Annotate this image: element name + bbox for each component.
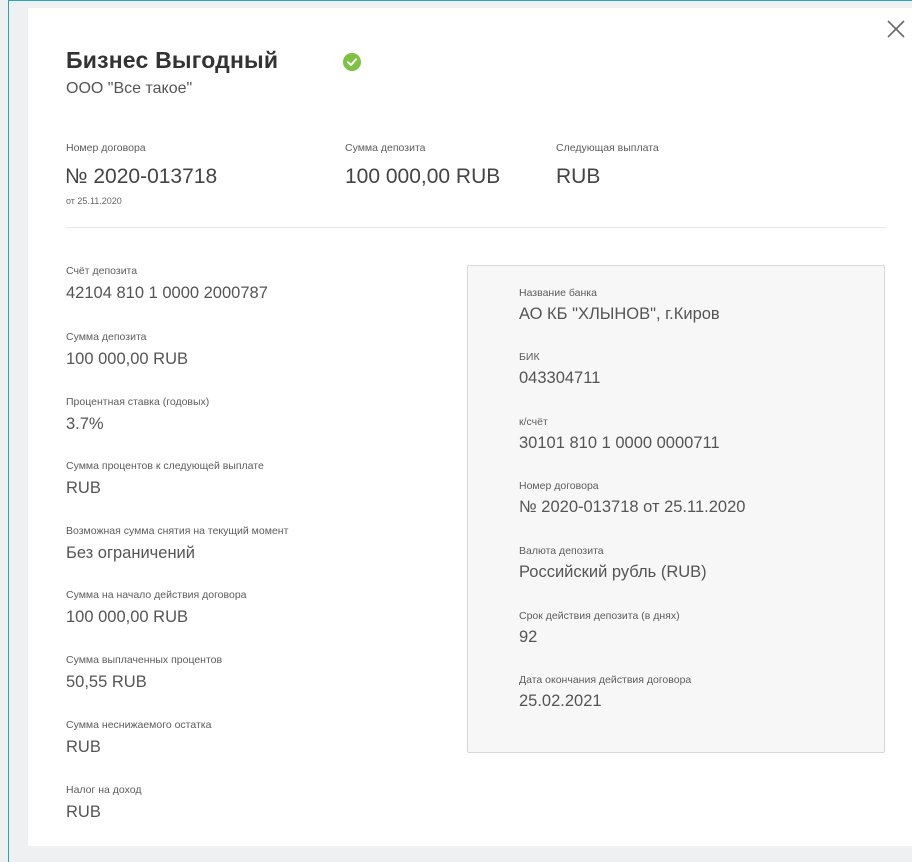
company-name: ООО "Все такое" — [66, 80, 193, 97]
bank-contract-label: Номер договора — [519, 480, 599, 492]
term-label: Срок действия депозита (в днях) — [519, 610, 680, 622]
interest-rate-value: 3.7% — [66, 415, 104, 433]
corr-account-value: 30101 810 1 0000 0000711 — [519, 434, 720, 452]
deposit-product-title: Бизнес Выгодный — [66, 47, 279, 73]
initial-sum-value: 100 000,00 RUB — [66, 608, 189, 626]
bank-name-label: Название банка — [519, 287, 597, 299]
paid-interest-label: Сумма выплаченных процентов — [66, 654, 223, 666]
next-interest-value: RUB — [66, 479, 101, 497]
divider — [66, 227, 886, 228]
currency-label: Валюта депозита — [519, 545, 604, 557]
next-payment-label: Следующая выплата — [556, 142, 659, 154]
term-value: 92 — [519, 628, 538, 646]
bik-label: БИК — [519, 351, 540, 363]
contract-number-value: № 2020-013718 — [65, 165, 218, 188]
deposit-amount-label: Сумма депозита — [345, 142, 426, 154]
end-date-label: Дата окончания действия договора — [519, 674, 692, 686]
deposit-sum-value: 100 000,00 RUB — [66, 350, 189, 368]
bank-name-value: АО КБ "ХЛЫНОВ", г.Киров — [519, 305, 720, 323]
contract-date: от 25.11.2020 — [66, 196, 122, 206]
withdrawal-amount-label: Возможная сумма снятия на текущий момент — [66, 525, 289, 537]
next-payment-value: RUB — [556, 165, 601, 188]
currency-value: Российский рубль (RUB) — [519, 563, 707, 581]
min-balance-label: Сумма неснижаемого остатка — [66, 719, 212, 731]
bank-contract-value: № 2020-013718 от 25.11.2020 — [519, 498, 746, 516]
next-interest-label: Сумма процентов к следующей выплате — [66, 460, 264, 472]
deposit-amount-value: 100 000,00 RUB — [345, 165, 501, 188]
withdrawal-amount-value: Без ограничений — [66, 544, 195, 562]
bik-value: 043304711 — [519, 369, 601, 387]
initial-sum-label: Сумма на начало действия договора — [66, 589, 247, 601]
deposit-sum-label: Сумма депозита — [66, 331, 147, 343]
interest-rate-label: Процентная ставка (годовых) — [66, 396, 210, 408]
min-balance-value: RUB — [66, 738, 101, 756]
close-icon[interactable] — [885, 18, 907, 40]
end-date-value: 25.02.2021 — [519, 692, 602, 710]
check-circle-icon — [343, 53, 361, 71]
deposit-account-value: 42104 810 1 0000 2000787 — [66, 284, 268, 302]
paid-interest-value: 50,55 RUB — [66, 673, 147, 691]
deposit-account-label: Счёт депозита — [66, 265, 138, 277]
income-tax-label: Налог на доход — [66, 784, 142, 796]
contract-number-label: Номер договора — [66, 142, 146, 154]
income-tax-value: RUB — [66, 803, 101, 821]
corr-account-label: к/счёт — [519, 416, 548, 428]
